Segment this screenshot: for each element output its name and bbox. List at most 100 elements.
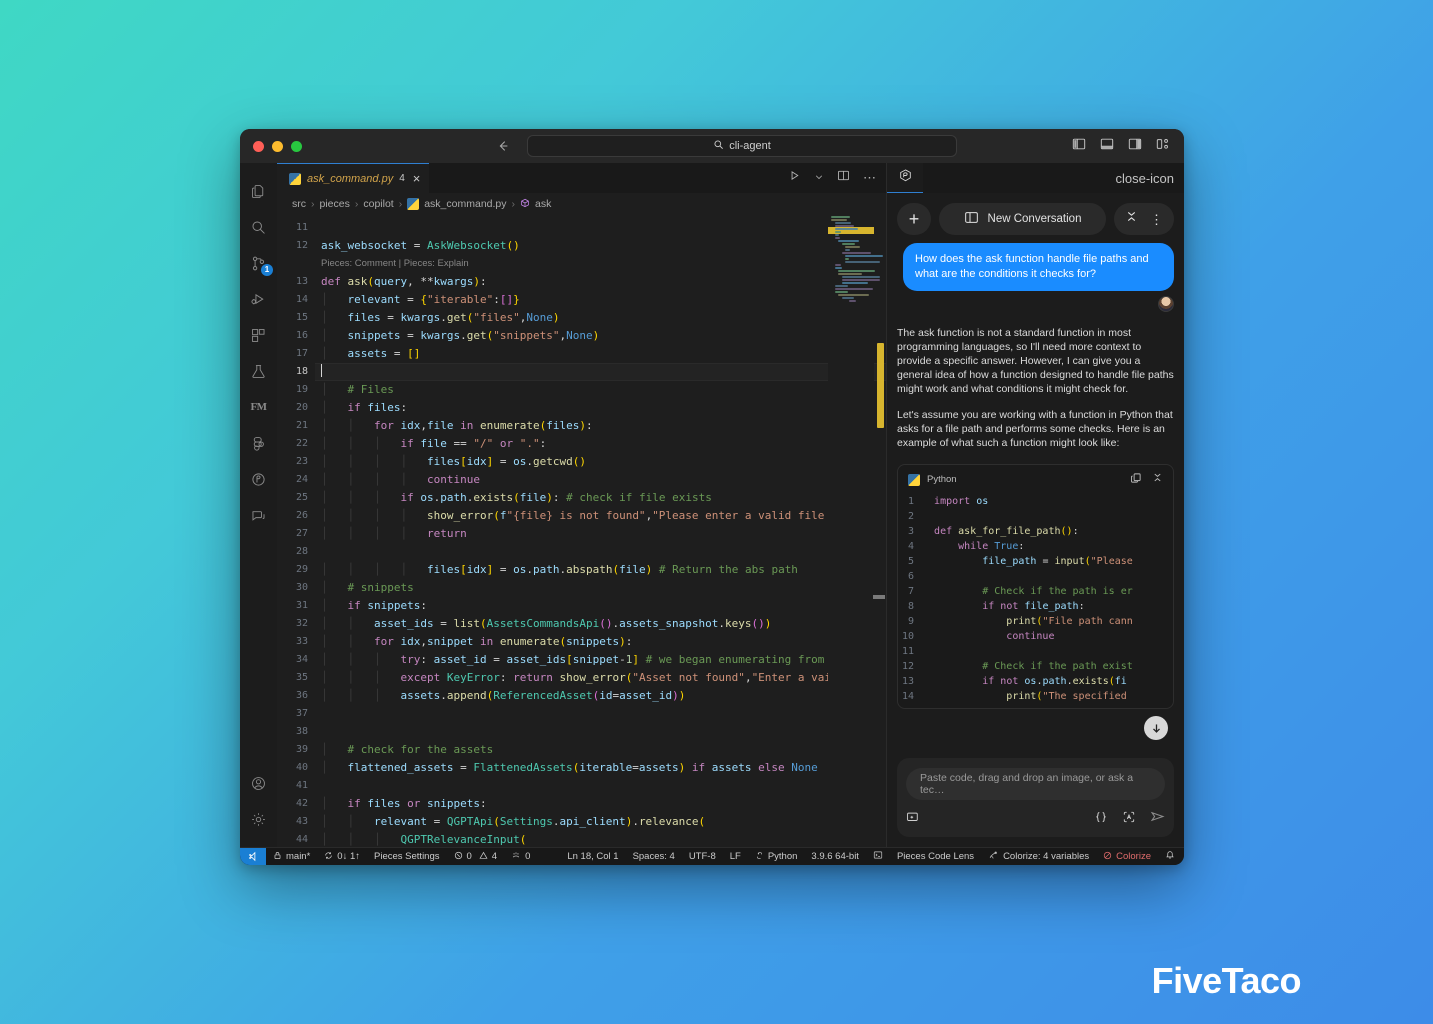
command-center-search[interactable]: cli-agent (527, 135, 957, 157)
status-colorize-toggle[interactable]: Colorize (1096, 848, 1158, 866)
breadcrumb-item-src[interactable]: src (292, 198, 306, 210)
code-line[interactable] (315, 543, 886, 561)
code-line[interactable]: │ │ │ │ files[idx] = os.path.abspath(fil… (315, 561, 886, 579)
sidebar-item-extensions[interactable] (240, 317, 277, 353)
code-line[interactable]: │ if files or snippets: (315, 795, 886, 813)
tab-ask-command-py[interactable]: ask_command.py 4 × (277, 163, 430, 193)
code-line[interactable]: │ files = kwargs.get("files",None) (315, 309, 886, 327)
sidebar-item-search[interactable] (240, 209, 277, 245)
code-line[interactable]: │ flattened_assets = FlattenedAssets(ite… (315, 759, 886, 777)
status-problems[interactable]: 0 4 (447, 848, 505, 866)
code-line[interactable]: │ │ │ │ files[idx] = os.getcwd() (315, 453, 886, 471)
customize-layout-icon[interactable] (1156, 137, 1170, 156)
breadcrumb-item-symbol[interactable]: ask (535, 198, 551, 210)
toggle-primary-sidebar-icon[interactable] (1072, 137, 1086, 156)
toggle-conversations-icon[interactable] (964, 210, 979, 228)
code-line[interactable]: │ snippets = kwargs.get("snippets",None) (315, 327, 886, 345)
split-editor-icon[interactable] (837, 169, 850, 187)
code-line[interactable]: │ # check for the assets (315, 741, 886, 759)
code-block-body[interactable]: 1 2 3 4 5 6 7 8 9 10 11 12 13 14 import os def ask_fo… (898, 494, 1173, 708)
status-language-mode[interactable]: Python (748, 848, 805, 866)
code-line[interactable]: │ relevant = {"iterable":[]} (315, 291, 886, 309)
chevron-down-icon[interactable] (814, 169, 824, 187)
status-pieces-settings[interactable]: Pieces Settings (367, 848, 446, 866)
code-content[interactable]: ask_websocket = AskWebsocket() Pieces: Co… (315, 215, 886, 847)
status-eol[interactable]: LF (723, 848, 748, 866)
code-line[interactable]: def ask(query, **kwargs): (315, 273, 886, 291)
code-line[interactable]: │ assets = [] (315, 345, 886, 363)
code-line[interactable] (315, 363, 886, 381)
code-line[interactable]: │ if snippets: (315, 597, 886, 615)
status-encoding[interactable]: UTF-8 (682, 848, 723, 866)
code-line[interactable]: │ │ │ assets.append(ReferencedAsset(id=a… (315, 687, 886, 705)
status-colorize-variables[interactable]: Colorize: 4 variables (981, 848, 1096, 866)
breadcrumb-item-pieces[interactable]: pieces (320, 198, 350, 210)
code-line[interactable]: │ if files: (315, 399, 886, 417)
run-python-file-icon[interactable] (788, 169, 801, 187)
sidebar-item-testing[interactable] (240, 353, 277, 389)
toggle-secondary-sidebar-icon[interactable] (1128, 137, 1142, 156)
code-snippet-icon[interactable] (1094, 810, 1108, 829)
status-sync[interactable]: 0↓ 1↑ (317, 848, 367, 866)
close-panel-icon[interactable]: close-icon (1115, 171, 1174, 186)
code-line[interactable] (315, 219, 886, 237)
collapse-icon[interactable] (1125, 210, 1138, 228)
code-line[interactable]: │ │ │ │ show_error(f"{file} is not found… (315, 507, 886, 525)
pieces-code-lens[interactable]: Pieces: Comment | Pieces: Explain (315, 255, 886, 273)
status-terminal[interactable] (866, 848, 890, 866)
more-actions-icon[interactable]: ⋯ (863, 171, 876, 184)
sidebar-item-pieces[interactable] (240, 461, 277, 497)
status-indentation[interactable]: Spaces: 4 (626, 848, 682, 866)
code-line[interactable]: │ # Files (315, 381, 886, 399)
sidebar-item-accounts[interactable] (240, 765, 277, 801)
scroll-to-bottom-icon[interactable] (1144, 716, 1168, 740)
ocr-icon[interactable] (1122, 810, 1136, 829)
conversation-selector[interactable]: New Conversation (939, 203, 1106, 235)
sidebar-item-figma-alt[interactable] (240, 425, 277, 461)
close-window-button[interactable] (253, 140, 264, 152)
status-notifications[interactable] (1158, 848, 1184, 866)
code-line[interactable]: │ │ │ except KeyError: return show_error… (315, 669, 886, 687)
scrollbar-thumb[interactable] (877, 343, 884, 428)
toggle-panel-icon[interactable] (1100, 137, 1114, 156)
sidebar-item-settings[interactable] (240, 801, 277, 837)
remote-window-icon[interactable] (240, 847, 266, 865)
status-ports[interactable]: 0 (504, 848, 537, 866)
arrow-left-icon[interactable] (496, 139, 510, 153)
code-line[interactable]: │ │ for idx,snippet in enumerate(snippet… (315, 633, 886, 651)
more-options-icon[interactable]: ⋮ (1150, 213, 1163, 226)
code-editor[interactable]: 11 12. 13 14 15 16 17 18 19 20 21 22 23 24 25 26 27 28 29 3… (277, 215, 886, 847)
add-context-icon[interactable] (906, 810, 920, 829)
code-line[interactable] (315, 777, 886, 795)
code-line[interactable]: │ │ │ if file == "/" or ".": (315, 435, 886, 453)
code-line[interactable]: │ │ relevant = QGPTApi(Settings.api_clie… (315, 813, 886, 831)
sidebar-item-comments[interactable] (240, 497, 277, 533)
chat-input[interactable]: Paste code, drag and drop an image, or a… (906, 768, 1165, 800)
tab-pieces-copilot[interactable] (887, 163, 923, 193)
sidebar-item-run-and-debug[interactable] (240, 281, 277, 317)
sidebar-item-explorer[interactable] (240, 173, 277, 209)
sidebar-item-source-control[interactable]: 1 (240, 245, 277, 281)
status-interpreter[interactable]: 3.9.6 64-bit (804, 848, 866, 866)
code-line[interactable]: │ │ │ │ return (315, 525, 886, 543)
code-line[interactable]: │ # snippets (315, 579, 886, 597)
close-icon[interactable]: × (413, 171, 421, 186)
breadcrumb-item-file[interactable]: ask_command.py (424, 198, 506, 210)
status-branch[interactable]: main* (266, 848, 317, 866)
code-line[interactable]: │ │ │ try: asset_id = asset_ids[snippet-… (315, 651, 886, 669)
minimize-window-button[interactable] (272, 140, 283, 152)
status-pieces-code-lens[interactable]: Pieces Code Lens (890, 848, 981, 866)
code-line[interactable] (315, 723, 886, 741)
code-line[interactable]: │ │ for idx,file in enumerate(files): (315, 417, 886, 435)
code-line[interactable]: │ │ asset_ids = list(AssetsCommandsApi()… (315, 615, 886, 633)
sidebar-item-figma[interactable]: FM (240, 389, 277, 425)
chat-messages[interactable]: How does the ask function handle file pa… (887, 243, 1184, 750)
new-chat-button[interactable]: + (897, 203, 931, 235)
code-line[interactable]: │ │ │ if os.path.exists(file): # check i… (315, 489, 886, 507)
code-line[interactable]: │ │ │ QGPTRelevanceInput( (315, 831, 886, 847)
copy-icon[interactable] (1130, 472, 1142, 487)
code-line[interactable]: ask_websocket = AskWebsocket() (315, 237, 886, 255)
send-icon[interactable] (1150, 809, 1165, 829)
code-line[interactable] (315, 705, 886, 723)
vertical-scrollbar[interactable] (873, 215, 885, 847)
